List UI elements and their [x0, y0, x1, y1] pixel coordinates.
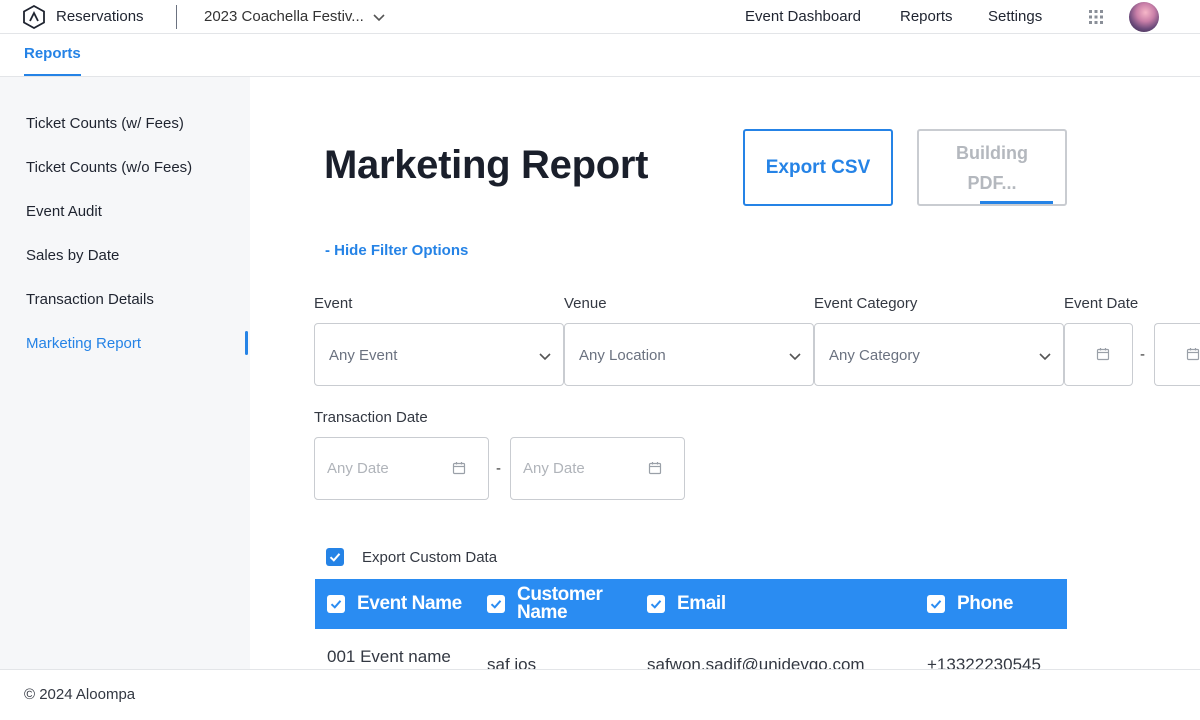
- venue-filter-value: Any Location: [579, 347, 666, 364]
- event-filter-value: Any Event: [329, 347, 398, 364]
- sidebar-item-ticket-counts-without-fees[interactable]: Ticket Counts (w/o Fees): [26, 159, 192, 176]
- header-divider: [176, 5, 177, 29]
- event-date-separator: -: [1140, 346, 1145, 363]
- calendar-icon: [452, 462, 466, 475]
- calendar-icon: [648, 462, 662, 475]
- chevron-down-icon: [789, 353, 801, 361]
- event-filter-select[interactable]: Any Event: [314, 323, 564, 386]
- apps-grid-icon[interactable]: [1089, 10, 1103, 24]
- avatar[interactable]: [1129, 2, 1159, 32]
- chevron-down-icon: [373, 13, 385, 21]
- event-date-start-input[interactable]: [1064, 323, 1133, 386]
- chevron-down-icon: [1039, 353, 1051, 361]
- checkmark-icon: [329, 553, 341, 562]
- transaction-date-separator: -: [496, 460, 501, 477]
- sidebar: Ticket Counts (w/ Fees) Ticket Counts (w…: [0, 77, 250, 669]
- logo-icon[interactable]: [22, 5, 46, 29]
- column-checkbox-customer-name[interactable]: [487, 595, 505, 613]
- copyright-text: © 2024 Aloompa: [24, 686, 136, 703]
- sidebar-item-sales-by-date[interactable]: Sales by Date: [26, 247, 119, 264]
- app-name[interactable]: Reservations: [56, 8, 144, 25]
- hide-filter-options-link[interactable]: - Hide Filter Options: [325, 242, 468, 259]
- venue-filter-label: Venue: [564, 295, 607, 312]
- page-title: Marketing Report: [324, 143, 649, 187]
- nav-settings[interactable]: Settings: [988, 8, 1042, 25]
- pdf-progress-bar: [980, 201, 1053, 204]
- checkmark-icon: [490, 600, 502, 609]
- transaction-date-start-input[interactable]: Any Date: [314, 437, 489, 500]
- checkmark-icon: [330, 600, 342, 609]
- column-header-phone: Phone: [957, 593, 1014, 614]
- category-filter-value: Any Category: [829, 347, 920, 364]
- column-header-event-name: Event Name: [357, 593, 462, 614]
- event-date-end-input[interactable]: [1154, 323, 1200, 386]
- column-checkbox-phone[interactable]: [927, 595, 945, 613]
- checkmark-icon: [650, 600, 662, 609]
- nav-event-dashboard[interactable]: Event Dashboard: [745, 8, 861, 25]
- calendar-icon: [1186, 348, 1200, 361]
- table-header: Event Name Customer Name Email Phone: [315, 579, 1067, 629]
- calendar-icon: [1096, 348, 1110, 361]
- cell-event-name: 001 Event name: [327, 647, 451, 666]
- export-csv-button[interactable]: Export CSV: [743, 129, 893, 206]
- build-pdf-label: Building PDF...: [956, 142, 1028, 193]
- sidebar-active-indicator: [245, 331, 248, 355]
- nav-reports[interactable]: Reports: [900, 8, 953, 25]
- column-header-customer-name: Customer Name: [517, 584, 603, 623]
- category-filter-label: Event Category: [814, 295, 918, 312]
- column-checkbox-email[interactable]: [647, 595, 665, 613]
- sidebar-item-event-audit[interactable]: Event Audit: [26, 203, 102, 220]
- top-bar: Reservations 2023 Coachella Festiv... Ev…: [0, 0, 1200, 34]
- category-filter-select[interactable]: Any Category: [814, 323, 1064, 386]
- sidebar-item-marketing-report[interactable]: Marketing Report: [26, 335, 141, 352]
- checkmark-icon: [930, 600, 942, 609]
- sub-nav: Reports: [0, 34, 1200, 77]
- column-header-email: Email: [677, 593, 726, 614]
- export-custom-data-checkbox[interactable]: [326, 548, 344, 566]
- column-checkbox-event-name[interactable]: [327, 595, 345, 613]
- chevron-down-icon: [539, 353, 551, 361]
- event-date-filter-label: Event Date: [1064, 295, 1139, 312]
- event-filter-label: Event: [314, 295, 353, 312]
- export-custom-data-label: Export Custom Data: [362, 549, 498, 566]
- transaction-date-end-input[interactable]: Any Date: [510, 437, 685, 500]
- event-selector[interactable]: 2023 Coachella Festiv...: [204, 8, 386, 25]
- build-pdf-button[interactable]: Building PDF...: [917, 129, 1067, 206]
- transaction-date-end-placeholder: Any Date: [523, 460, 585, 477]
- footer: © 2024 Aloompa: [0, 669, 1200, 720]
- transaction-date-filter-label: Transaction Date: [314, 409, 428, 426]
- sidebar-item-transaction-details[interactable]: Transaction Details: [26, 291, 154, 308]
- tab-reports[interactable]: Reports: [24, 45, 81, 76]
- transaction-date-start-placeholder: Any Date: [327, 460, 389, 477]
- sidebar-item-ticket-counts-with-fees[interactable]: Ticket Counts (w/ Fees): [26, 115, 184, 132]
- event-selector-label: 2023 Coachella Festiv...: [204, 8, 364, 25]
- venue-filter-select[interactable]: Any Location: [564, 323, 814, 386]
